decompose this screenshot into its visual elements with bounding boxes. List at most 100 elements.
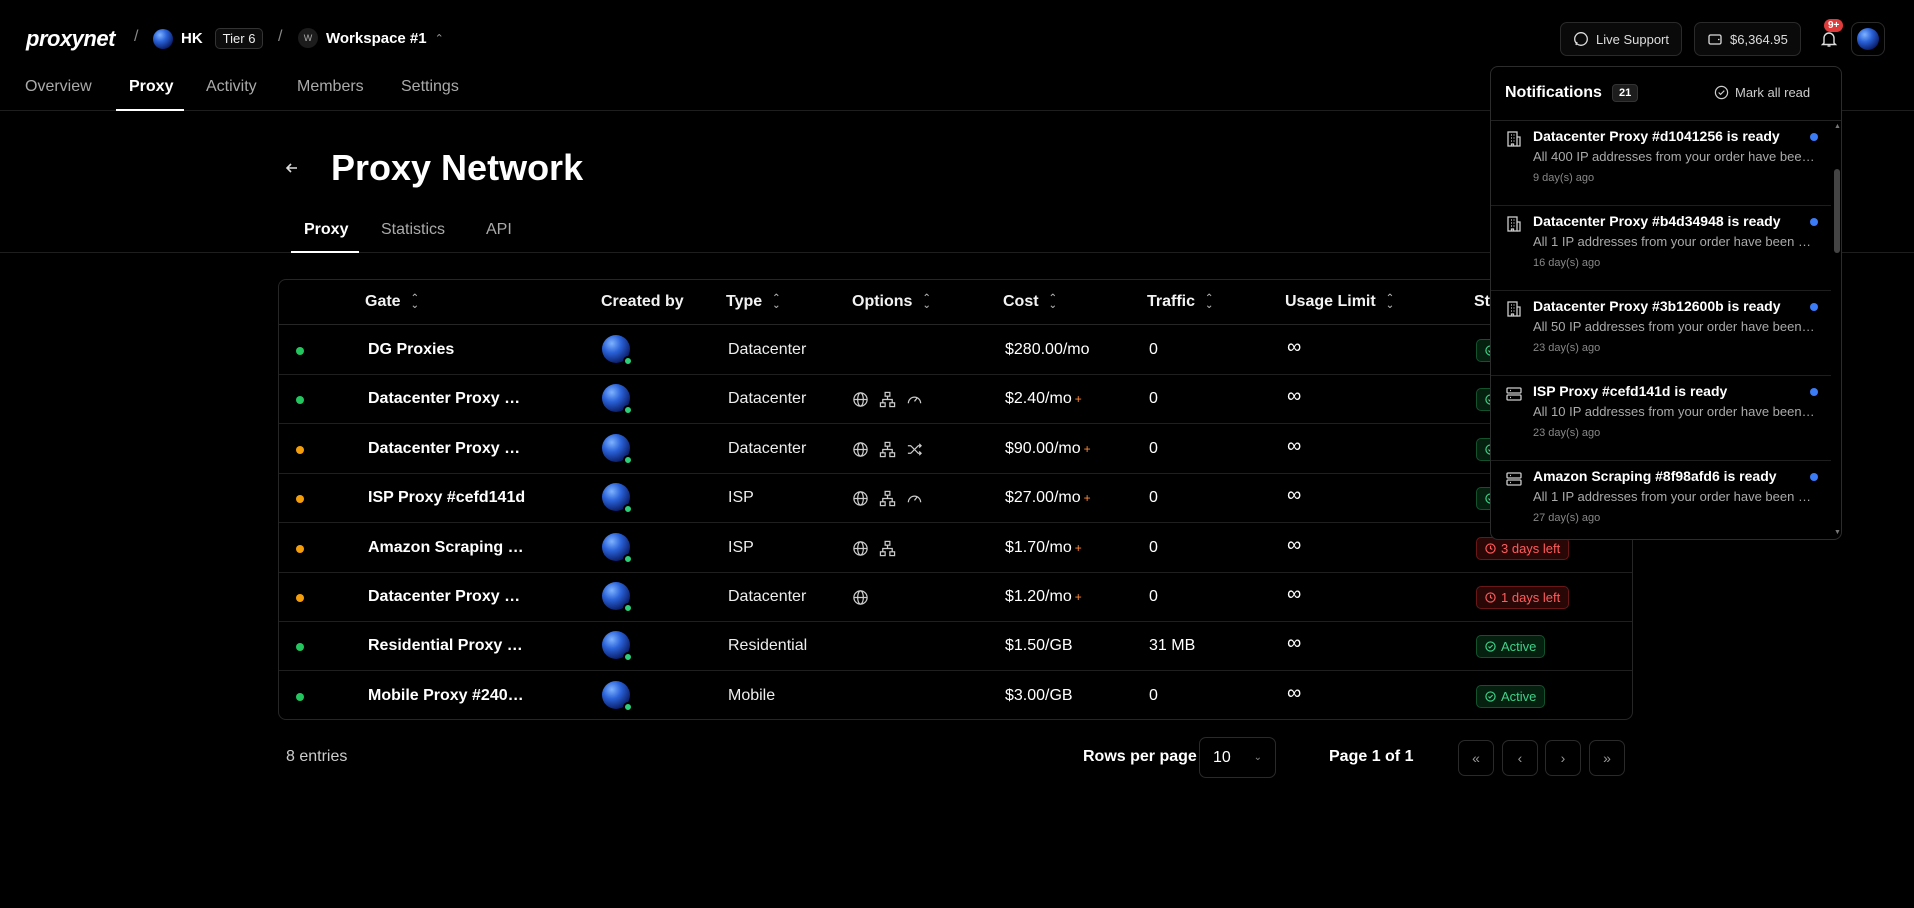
chevron-right-icon: › xyxy=(1560,750,1566,766)
gate-name[interactable]: Amazon Scraping #8f98afd6 xyxy=(368,539,528,557)
proxy-traffic: 0 xyxy=(1149,341,1158,358)
scroll-down-icon[interactable]: ▼ xyxy=(1834,529,1841,536)
mark-all-read-button[interactable]: Mark all read xyxy=(1714,85,1810,100)
table-row[interactable]: Datacenter Proxy #3b12600b Datacenter $1… xyxy=(279,573,1632,622)
tab-proxy[interactable]: Proxy xyxy=(129,78,173,96)
subtab-statistics[interactable]: Statistics xyxy=(381,221,445,239)
status-dot xyxy=(296,643,304,652)
wallet-icon xyxy=(1708,34,1722,45)
table-row[interactable]: Datacenter Proxy #d1041256 Datacenter $2… xyxy=(279,375,1632,425)
proxy-cost: $2.40/mo + xyxy=(1005,390,1082,408)
scrollbar-thumb[interactable] xyxy=(1834,169,1840,253)
usage-limit: ∞ xyxy=(1287,484,1302,507)
subtab-proxy[interactable]: Proxy xyxy=(304,221,348,239)
proxy-type: Datacenter xyxy=(728,341,807,358)
notification-item[interactable]: Amazon Scraping #8f98afd6 is ready All 1… xyxy=(1491,461,1831,539)
notification-item[interactable]: Datacenter Proxy #d1041256 is ready All … xyxy=(1491,121,1831,206)
bell-icon xyxy=(1820,32,1838,47)
notification-item[interactable]: ISP Proxy #cefd141d is ready All 10 IP a… xyxy=(1491,376,1831,461)
notification-body: All 1 IP addresses from your order have … xyxy=(1533,489,1816,504)
server-icon xyxy=(1505,470,1523,488)
network-icon xyxy=(879,391,896,408)
creator-avatar xyxy=(602,631,633,663)
column-traffic[interactable]: Traffic ⌃ ⌄ xyxy=(1147,293,1213,311)
sort-icon: ⌃ ⌄ xyxy=(1205,293,1214,311)
status-dot xyxy=(296,692,304,701)
usage-limit: ∞ xyxy=(1287,583,1302,605)
first-page-button[interactable]: « xyxy=(1458,740,1494,776)
prev-page-button[interactable]: ‹ xyxy=(1502,740,1538,776)
proxy-traffic: 31 MB xyxy=(1149,637,1196,655)
team-avatar xyxy=(153,28,173,49)
network-icon xyxy=(879,441,896,458)
notification-time: 27 day(s) ago xyxy=(1533,512,1601,524)
table-row[interactable]: ISP Proxy #cefd141d ISP $27.00/mo+ 0 ∞ A… xyxy=(279,474,1632,524)
creator-avatar xyxy=(602,680,633,712)
proxy-cost: $1.70/mo + xyxy=(1005,538,1082,556)
team-switcher[interactable]: HK Tier 6 xyxy=(153,28,264,49)
usage-limit: ∞ xyxy=(1287,336,1302,358)
tab-overview[interactable]: Overview xyxy=(25,78,92,96)
proxy-traffic: 0 xyxy=(1149,489,1158,507)
usage-limit: ∞ xyxy=(1287,681,1302,704)
column-usage-limit[interactable]: Usage Limit ⌃ ⌄ xyxy=(1285,293,1394,311)
chevrons-right-icon: » xyxy=(1603,750,1611,766)
column-cost[interactable]: Cost ⌃ ⌄ xyxy=(1003,293,1057,311)
table-row[interactable]: Datacenter Proxy #b4d34948 Datacenter $9… xyxy=(279,425,1632,474)
creator-avatar xyxy=(602,433,633,465)
next-page-button[interactable]: › xyxy=(1545,740,1581,776)
workspace-switcher[interactable]: W Workspace #1 ⌃ xyxy=(298,28,444,48)
gate-name[interactable]: Datacenter Proxy #d1041256 xyxy=(368,390,528,408)
gate-name[interactable]: Mobile Proxy #2404e7 xyxy=(368,687,528,705)
app-logo[interactable]: proxynet xyxy=(26,26,115,52)
table-row[interactable]: Residential Proxy #a82c Residential $1.5… xyxy=(279,622,1632,672)
live-support-button[interactable]: Live Support xyxy=(1560,22,1682,56)
rows-per-page-select[interactable]: 10 ⌄ xyxy=(1199,737,1276,778)
clock-icon xyxy=(1485,592,1496,603)
column-type[interactable]: Type ⌃ ⌄ xyxy=(726,293,781,311)
tab-activity[interactable]: Activity xyxy=(206,78,257,96)
notification-item[interactable]: Datacenter Proxy #b4d34948 is ready All … xyxy=(1491,206,1831,291)
breadcrumb-separator: / xyxy=(134,28,139,45)
creator-avatar xyxy=(602,335,633,366)
entries-count: 8 entries xyxy=(286,748,348,765)
gate-name[interactable]: Residential Proxy #a82c xyxy=(368,637,528,655)
check-circle-icon xyxy=(1485,691,1496,702)
gate-name[interactable]: ISP Proxy #cefd141d xyxy=(368,489,528,507)
balance-button[interactable]: $6,364.95 xyxy=(1694,22,1801,56)
chevron-updown-icon: ⌃ xyxy=(434,32,444,45)
usage-limit: ∞ xyxy=(1287,434,1302,457)
table-row[interactable]: Amazon Scraping #8f98afd6 ISP $1.70/mo+ … xyxy=(279,524,1632,573)
building-icon xyxy=(1505,300,1523,318)
table-row[interactable]: Mobile Proxy #2404e7 Mobile $3.00/GB 0 ∞… xyxy=(279,672,1632,719)
user-menu-button[interactable] xyxy=(1851,22,1885,56)
notification-item[interactable]: Datacenter Proxy #3b12600b is ready All … xyxy=(1491,291,1831,376)
unread-indicator xyxy=(1810,303,1818,311)
rows-per-page-label: Rows per page xyxy=(1083,748,1197,765)
column-options[interactable]: Options ⌃ ⌄ xyxy=(852,293,931,311)
cost-plus: + xyxy=(1074,540,1082,555)
subtab-api[interactable]: API xyxy=(486,221,512,239)
notification-body: All 10 IP addresses from your order have… xyxy=(1533,404,1816,419)
gate-name[interactable]: DG Proxies xyxy=(368,341,528,359)
notifications-count: 21 xyxy=(1612,84,1639,102)
proxy-cost: $1.50/GB xyxy=(1005,637,1073,655)
gate-name[interactable]: Datacenter Proxy #3b12600b xyxy=(368,588,528,606)
proxy-cost: $90.00/mo + xyxy=(1005,439,1091,457)
notifications-title: Notifications xyxy=(1505,84,1602,101)
notification-body: All 50 IP addresses from your order have… xyxy=(1533,319,1816,334)
last-page-button[interactable]: » xyxy=(1589,740,1625,776)
creator-avatar xyxy=(602,384,633,416)
proxy-type: Datacenter xyxy=(728,390,807,408)
tab-settings[interactable]: Settings xyxy=(401,78,459,96)
scroll-up-icon[interactable]: ▲ xyxy=(1834,123,1841,130)
back-button[interactable] xyxy=(284,160,300,181)
status-dot xyxy=(296,445,304,454)
active-subtab-indicator xyxy=(291,251,359,253)
column-gate[interactable]: Gate ⌃ ⌄ xyxy=(365,293,419,311)
tab-members[interactable]: Members xyxy=(297,78,364,96)
table-row[interactable]: DG Proxies Datacenter $280.00/mo 0 ∞ Act… xyxy=(279,326,1632,375)
notification-title: ISP Proxy #cefd141d is ready xyxy=(1533,383,1728,399)
gate-name[interactable]: Datacenter Proxy #b4d34948 xyxy=(368,440,528,458)
unread-indicator xyxy=(1810,473,1818,481)
